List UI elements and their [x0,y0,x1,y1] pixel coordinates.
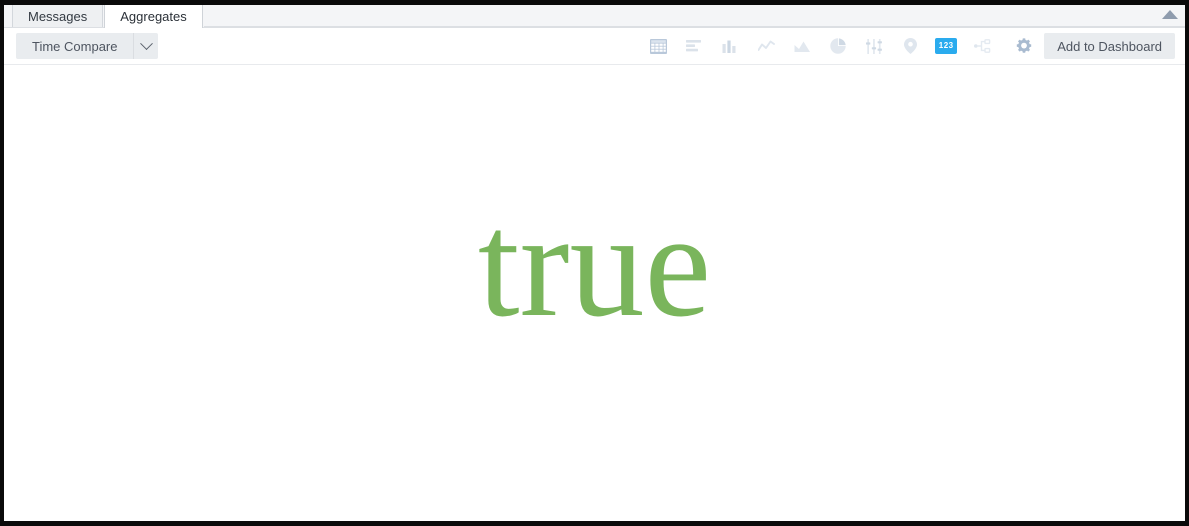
gear-icon[interactable] [1012,34,1036,58]
numeric-icon-label: 123 [938,41,954,50]
tab-strip-filler [203,5,1185,27]
add-to-dashboard-button[interactable]: Add to Dashboard [1044,33,1175,59]
time-compare-button[interactable]: Time Compare [16,33,135,59]
chevron-down-icon [140,36,153,50]
result-canvas: true [4,65,1185,520]
map-pin-icon[interactable] [899,35,921,57]
app-window: Messages Aggregates Time Compare 123 Add… [0,0,1189,526]
tab-strip: Messages Aggregates [4,5,1185,28]
time-compare-dropdown-button[interactable] [134,33,159,59]
numeric-icon[interactable]: 123 [935,38,958,54]
pie-chart-icon[interactable] [827,35,849,57]
tab-aggregates[interactable]: Aggregates [104,5,203,28]
node-graph-icon[interactable] [971,35,993,57]
tab-messages[interactable]: Messages [12,5,104,27]
area-chart-icon[interactable] [791,35,813,57]
single-value-result: true [477,181,712,348]
toolbar: Time Compare 123 Add to Dashboard [4,28,1185,65]
visualization-icon-bar: 123 Add to Dashboard [640,28,1185,64]
bar-chart-icon[interactable] [719,35,741,57]
sliders-icon[interactable] [863,35,885,57]
bar-chart-horizontal-icon[interactable] [683,35,705,57]
time-compare-group: Time Compare [16,33,159,59]
table-icon[interactable] [647,35,669,57]
line-chart-icon[interactable] [755,35,777,57]
caret-up-icon[interactable] [1162,10,1178,19]
